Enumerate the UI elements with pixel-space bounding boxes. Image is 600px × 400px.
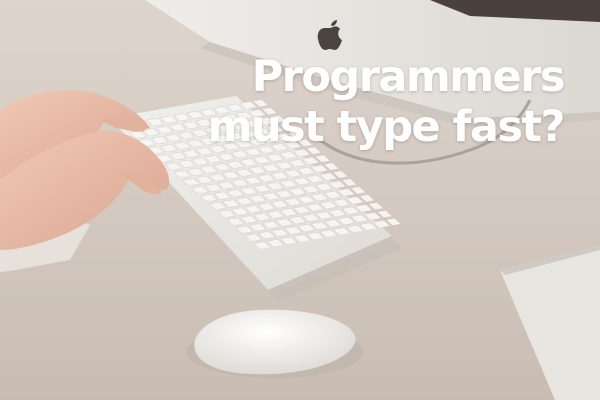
headline: Programmers must type fast? xyxy=(207,52,566,152)
hero-image: Programmers must type fast? xyxy=(0,0,600,400)
headline-line-1: Programmers xyxy=(251,52,566,102)
headline-line-2: must type fast? xyxy=(207,102,566,152)
